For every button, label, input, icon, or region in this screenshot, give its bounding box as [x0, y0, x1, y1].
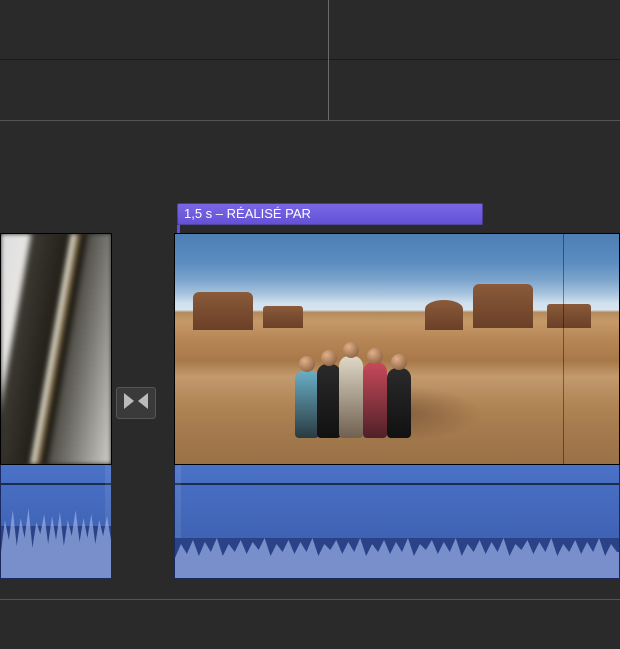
title-overlay-label: 1,5 s – RÉALISÉ PAR: [184, 206, 311, 221]
timeline[interactable]: 1,5 s – RÉALISÉ PAR: [0, 120, 620, 600]
timeline-clip[interactable]: [174, 233, 620, 583]
timeline-clip[interactable]: [0, 233, 112, 583]
clip-thumbnail: [174, 233, 620, 465]
volume-line[interactable]: [175, 483, 619, 485]
clip-thumbnail: [0, 233, 112, 465]
volume-line[interactable]: [1, 483, 111, 485]
transition[interactable]: [116, 387, 156, 419]
clip-audio-track[interactable]: [0, 465, 112, 579]
audio-waveform: [1, 500, 111, 578]
clip-audio-track[interactable]: [174, 465, 620, 579]
toolbar-region: [0, 0, 620, 60]
audio-waveform: [175, 500, 619, 578]
crossfade-transition-icon: [122, 389, 150, 418]
title-overlay-clip[interactable]: 1,5 s – RÉALISÉ PAR: [177, 203, 483, 225]
